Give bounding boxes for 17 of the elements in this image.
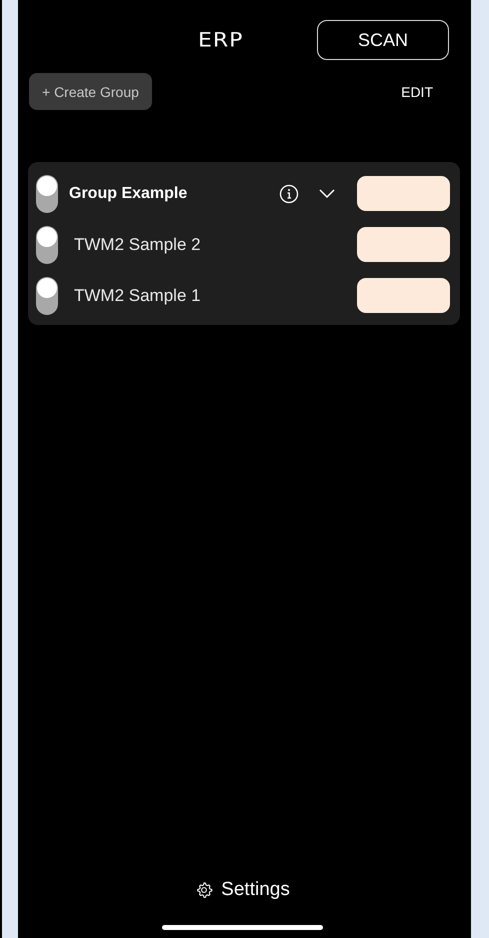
settings-button[interactable]: Settings xyxy=(221,879,290,901)
create-group-button[interactable]: + Create Group xyxy=(29,73,152,110)
color-swatch[interactable] xyxy=(357,278,450,313)
color-swatch[interactable] xyxy=(357,176,450,211)
chevron-icon[interactable] xyxy=(319,188,335,198)
toggle-switch[interactable] xyxy=(36,276,58,314)
device-name: TWM2 Sample 1 xyxy=(74,286,201,306)
edit-button[interactable]: EDIT xyxy=(401,84,433,100)
toggle-switch[interactable] xyxy=(36,174,58,212)
scan-button[interactable]: SCAN xyxy=(317,20,449,60)
info-icon[interactable] xyxy=(279,184,299,204)
logo: ERP xyxy=(198,28,244,52)
group-name: Group Example xyxy=(69,184,188,202)
settings-icon[interactable] xyxy=(195,881,214,899)
color-swatch[interactable] xyxy=(357,227,450,262)
device-name: TWM2 Sample 2 xyxy=(74,234,201,254)
toggle-switch[interactable] xyxy=(36,226,58,264)
